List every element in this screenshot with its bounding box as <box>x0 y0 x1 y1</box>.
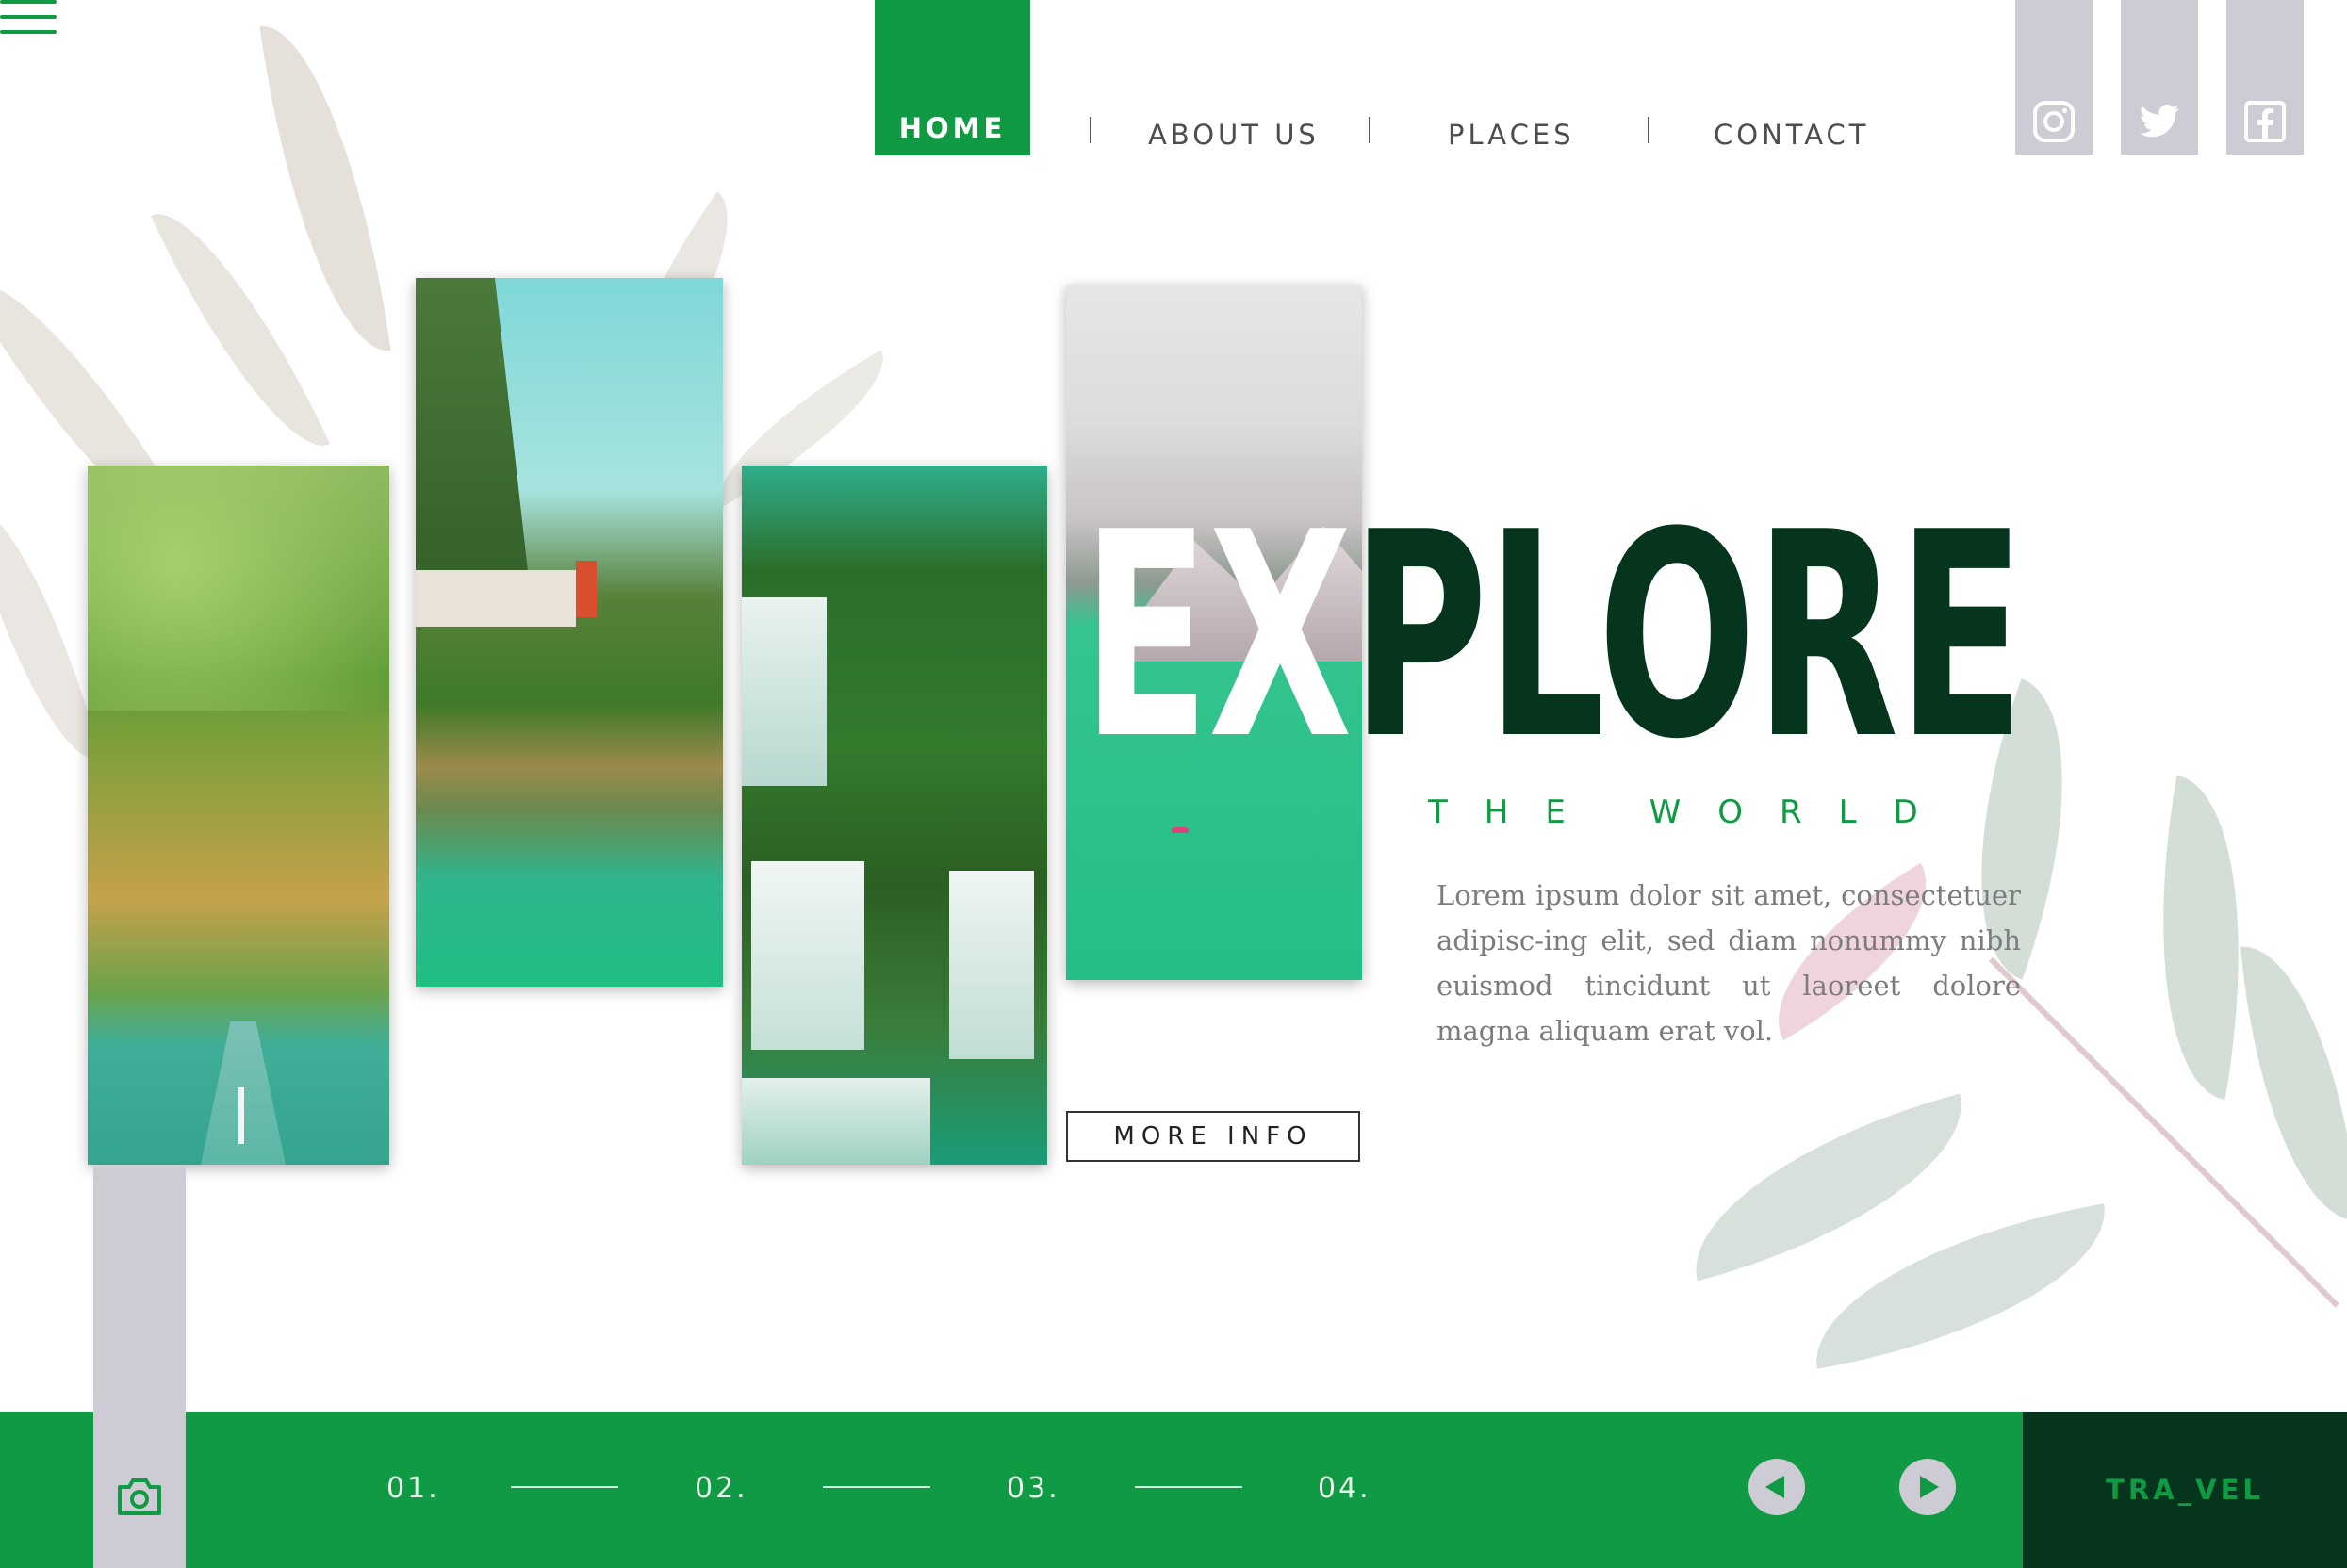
photo-karst-lake[interactable] <box>416 278 723 987</box>
instagram-icon <box>2033 101 2075 142</box>
slide-step-2[interactable]: 02. <box>695 1472 748 1505</box>
hero-title-part2: PLORE <box>1351 472 2025 801</box>
hero-subtitle: THE WORLD <box>1428 793 1955 831</box>
nav-places[interactable]: PLACES <box>1448 111 1575 158</box>
facebook-icon <box>2244 101 2286 142</box>
facebook-button[interactable] <box>2226 0 2304 155</box>
more-info-button[interactable]: MORE INFO <box>1066 1111 1360 1162</box>
nav-separator <box>1090 117 1091 143</box>
next-slide-button[interactable] <box>1899 1459 1956 1515</box>
brand-block: TRA_VEL <box>2023 1412 2347 1568</box>
nav-about-us[interactable]: ABOUT US <box>1148 111 1320 158</box>
step-divider <box>823 1486 930 1488</box>
slide-step-4[interactable]: 04. <box>1318 1472 1371 1505</box>
hero-title-part1: EX <box>1082 472 1353 801</box>
slide-step-3[interactable]: 03. <box>1007 1472 1060 1505</box>
nav-separator <box>1369 117 1370 143</box>
arrow-right-icon <box>1920 1476 1939 1498</box>
slide-step-1[interactable]: 01. <box>386 1472 440 1505</box>
photo-waterfall[interactable] <box>742 466 1047 1165</box>
hero-title: EXPLORE <box>1082 496 2025 778</box>
instagram-button[interactable] <box>2015 0 2093 155</box>
prev-slide-button[interactable] <box>1748 1459 1805 1515</box>
brand-logo-text: TRA_VEL <box>2106 1474 2264 1506</box>
step-divider <box>511 1486 618 1488</box>
arrow-left-icon <box>1765 1476 1784 1498</box>
nav-home[interactable]: HOME <box>875 0 1030 155</box>
nav-contact[interactable]: CONTACT <box>1714 111 1870 158</box>
twitter-button[interactable] <box>2121 0 2198 155</box>
hamburger-menu-icon[interactable] <box>0 0 57 36</box>
nav-home-label: HOME <box>898 112 1007 144</box>
hero-description: Lorem ipsum dolor sit amet, consectetuer… <box>1436 879 2021 1047</box>
step-divider <box>1135 1486 1242 1488</box>
nav-separator <box>1648 117 1649 143</box>
twitter-icon <box>2140 104 2179 138</box>
photo-tree-road[interactable] <box>88 466 389 1165</box>
camera-icon[interactable] <box>116 1476 163 1517</box>
footer-bar <box>0 1412 2347 1568</box>
